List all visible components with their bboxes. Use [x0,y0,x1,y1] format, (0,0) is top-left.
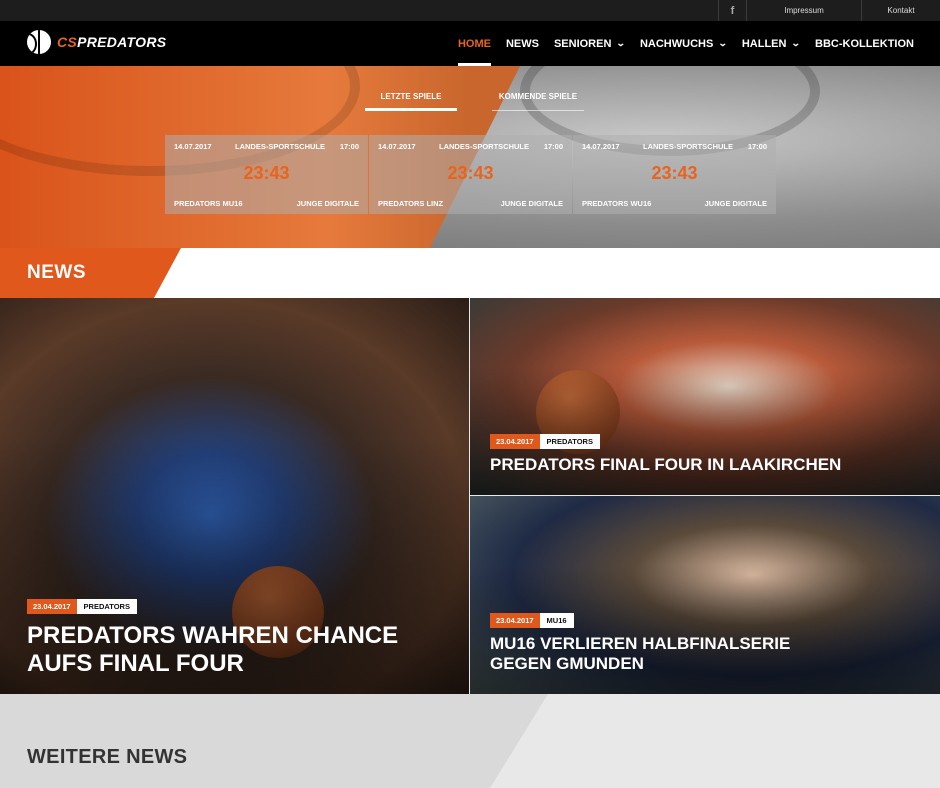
games-tabs: LETZTE SPIELE KOMMENDE SPIELE [365,92,584,111]
game-away-team: JUNGE DIGITALE [500,199,563,208]
chevron-down-icon: ⌄ [791,38,802,48]
game-score: 23:43 [651,163,698,183]
nav-item-bbc-kollektion[interactable]: BBC-KOLLEKTION [815,21,914,66]
news-tile[interactable]: 23.04.2017 PREDATORS PREDATORS FINAL FOU… [470,298,940,495]
tab-letzte-spiele[interactable]: LETZTE SPIELE [365,92,457,111]
news-category[interactable]: PREDATORS [539,434,600,449]
weitere-news-section: WEITERE NEWS [0,694,940,788]
top-utility-bar: f Impressum Kontakt [0,0,940,21]
kontakt-link[interactable]: Kontakt [861,0,940,21]
game-time: 17:00 [747,142,767,151]
game-score: 23:43 [447,163,494,183]
news-category[interactable]: MU16 [539,613,574,628]
game-away-team: JUNGE DIGITALE [296,199,359,208]
facebook-icon[interactable]: f [718,0,746,21]
game-time: 17:00 [543,142,563,151]
weitere-news-heading: WEITERE NEWS [27,746,188,768]
game-date: 14.07.2017 [378,142,416,151]
basketball-icon [27,30,51,54]
game-time: 17:00 [339,142,359,151]
news-date: 23.04.2017 [490,613,540,628]
nav-item-nachwuchs[interactable]: NACHWUCHS ⌄ [640,21,728,66]
game-date: 14.07.2017 [174,142,212,151]
news-badges: 23.04.2017 PREDATORS [27,599,137,614]
chevron-down-icon: ⌄ [718,38,728,48]
news-category[interactable]: PREDATORS [76,599,137,614]
game-home-team: PREDATORS MU16 [174,199,243,208]
main-navbar: CSPREDATORS HOME NEWS SENIOREN ⌄ NACHWUCH… [0,21,940,66]
game-venue: LANDES-SPORTSCHULE [439,142,530,151]
nav-item-news[interactable]: NEWS [506,21,539,66]
news-title: PREDATORS FINAL FOUR IN LAAKIRCHEN [490,455,842,474]
game-venue: LANDES-SPORTSCHULE [643,142,734,151]
game-date: 14.07.2017 [582,142,620,151]
news-section-header: NEWS [0,248,940,298]
news-date: 23.04.2017 [490,434,540,449]
news-date: 23.04.2017 [27,599,77,614]
news-tile-featured[interactable]: 23.04.2017 PREDATORS PREDATORS WAHREN CH… [0,298,469,694]
game-score: 23:43 [243,163,290,183]
site-logo[interactable]: CSPREDATORS [27,30,166,54]
game-home-team: PREDATORS LINZ [378,199,444,208]
game-card[interactable]: 14.07.2017 LANDES-SPORTSCHULE 17:00 23:4… [573,135,776,214]
game-card[interactable]: 14.07.2017 LANDES-SPORTSCHULE 17:00 23:4… [165,135,368,214]
nav-item-senioren[interactable]: SENIOREN ⌄ [554,21,627,66]
game-venue: LANDES-SPORTSCHULE [235,142,326,151]
news-tile[interactable]: 23.04.2017 MU16 MU16 VERLIEREN HALBFINAL… [470,496,940,694]
main-menu: HOME NEWS SENIOREN ⌄ NACHWUCHS ⌄ HALLEN ⌄ B… [457,21,914,66]
news-title: MU16 VERLIEREN HALBFINALSERIE GEGEN GMUN… [490,634,791,673]
chevron-down-icon: ⌄ [616,38,627,48]
games-hero: LETZTE SPIELE KOMMENDE SPIELE 14.07.2017… [0,66,940,248]
game-cards: 14.07.2017 LANDES-SPORTSCHULE 17:00 23:4… [165,135,776,214]
news-badges: 23.04.2017 MU16 [490,613,574,628]
game-card[interactable]: 14.07.2017 LANDES-SPORTSCHULE 17:00 23:4… [369,135,572,214]
nav-item-home[interactable]: HOME [457,21,491,66]
logo-wordmark: CSPREDATORS [57,34,167,50]
news-title: PREDATORS WAHREN CHANCE AUFS FINAL FOUR [27,622,399,677]
tab-kommende-spiele[interactable]: KOMMENDE SPIELE [492,92,584,111]
news-heading: NEWS [27,262,86,283]
nav-item-hallen[interactable]: HALLEN ⌄ [742,21,802,66]
game-away-team: JUNGE DIGITALE [704,199,767,208]
news-badges: 23.04.2017 PREDATORS [490,434,600,449]
game-home-team: PREDATORS WU16 [582,199,652,208]
impressum-link[interactable]: Impressum [746,0,861,21]
